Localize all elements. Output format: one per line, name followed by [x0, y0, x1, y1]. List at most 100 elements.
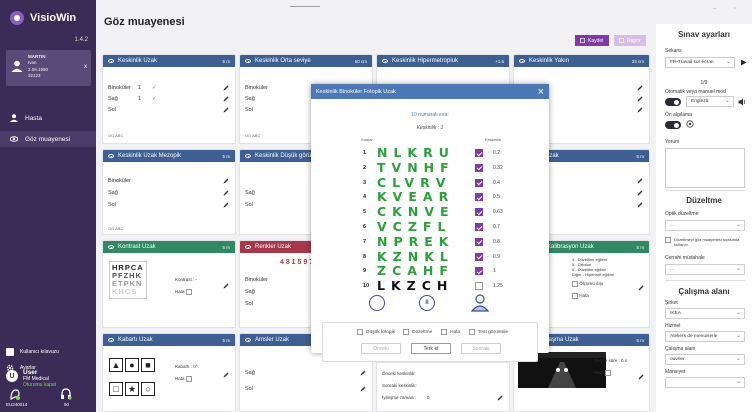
use-correction-option[interactable]: Düzeltmeyi göz muayenesi sırasında kulla…: [665, 237, 747, 247]
card-calibration-far[interactable]: Kalibrasyon Uzak 5 m 4 - Düzeltimi eğilim…: [541, 240, 650, 328]
line-checkbox[interactable]: [475, 178, 483, 187]
option-correction[interactable]: Düzeltme: [403, 329, 432, 335]
patient-card[interactable]: MARTIN Ivan 2.06.1980 32123 x: [6, 50, 91, 86]
company-label: Şirket: [665, 300, 678, 306]
edit-icon[interactable]: [637, 178, 643, 184]
chart-line: 8 KZNKL 0.9: [363, 249, 513, 264]
previous-button[interactable]: Önceki: [361, 343, 401, 354]
line-letters: CKNVE: [377, 204, 455, 220]
edit-icon[interactable]: [223, 107, 229, 113]
line-checkbox[interactable]: [475, 163, 483, 172]
optic-correction-select[interactable]: ...: [665, 220, 745, 231]
edit-icon[interactable]: [223, 202, 229, 208]
edit-icon[interactable]: [223, 85, 229, 91]
window-drag-handle[interactable]: [290, 6, 320, 7]
nav-item-eye-exam[interactable]: Göz muayenesi: [0, 131, 96, 147]
dialog-options: Düşük fotopik Düzeltme Hata Test görüntü…: [322, 322, 538, 362]
nav-item-label: Göz muayenesi: [25, 135, 71, 143]
edit-icon[interactable]: [637, 85, 643, 91]
error-checkbox[interactable]: [604, 370, 611, 376]
card-colors-far[interactable]: Renkler Uzak 4 8 1 5 9 7 Binoküler Sağ S…: [239, 240, 321, 328]
edit-icon[interactable]: [223, 178, 229, 184]
close-icon[interactable]: ×: [538, 86, 544, 97]
edit-icon[interactable]: [638, 374, 644, 380]
edit-icon[interactable]: [637, 202, 643, 208]
edit-icon[interactable]: [223, 372, 229, 378]
edit-icon[interactable]: [637, 107, 643, 113]
edit-icon[interactable]: [223, 283, 229, 289]
line-checkbox[interactable]: [475, 223, 483, 231]
surgery-select[interactable]: ...: [665, 264, 745, 275]
position-select[interactable]: [665, 377, 745, 388]
pre-detect-toggle[interactable]: [665, 121, 681, 129]
line-acuity: 0.9: [493, 253, 500, 260]
service-select[interactable]: Ateliers de menuiserie: [665, 331, 745, 342]
card-acuity-mesopic[interactable]: Keskinlik Uzak Mezopik 5 m Binoküler Sağ …: [102, 149, 236, 235]
option-show-test[interactable]: Test görüntüle: [469, 329, 508, 335]
edit-icon[interactable]: [638, 285, 644, 291]
report-label: Rapor: [627, 37, 641, 44]
finish-button[interactable]: Terk et: [411, 343, 451, 354]
edit-icon[interactable]: [223, 96, 229, 102]
card-relief-far[interactable]: Kabartı Uzak 5 m ▲ ● ■ □ ★ ○ Kabartı : 0° Hat…: [102, 333, 236, 412]
out-of-measure[interactable]: Ölçümü dışı: [572, 281, 603, 287]
error-label: Hata: [175, 376, 192, 382]
acuity-header: Keskinlik: [485, 137, 501, 142]
line-checkbox[interactable]: [475, 282, 483, 291]
line-checkbox[interactable]: [475, 267, 483, 276]
settings-link[interactable]: Ayarlar: [6, 364, 36, 372]
nav-item-patient[interactable]: Hasta: [0, 110, 96, 126]
line-checkbox[interactable]: [475, 149, 483, 157]
line-checkbox[interactable]: [475, 208, 483, 217]
line-number: 2: [363, 164, 367, 171]
error-checkbox[interactable]: [185, 289, 192, 295]
surgery-label: Cerrahi müdahale: [665, 255, 705, 261]
line-letters: NPREK: [377, 233, 455, 249]
edit-icon[interactable]: [637, 96, 643, 102]
app-name: VisioWin: [30, 12, 77, 24]
edit-icon[interactable]: [497, 395, 503, 401]
notes-textarea[interactable]: [665, 148, 745, 188]
edit-icon[interactable]: [360, 370, 366, 376]
audio-icon[interactable]: [686, 120, 694, 128]
user-box[interactable]: U User FM Medical Oturumu kapat: [6, 369, 56, 388]
error-checkbox[interactable]: [185, 376, 192, 382]
edit-icon[interactable]: [360, 386, 366, 392]
line-number: 10: [363, 283, 370, 290]
reject-circle-button[interactable]: [369, 295, 385, 311]
window-controls[interactable]: – ▫: [713, 6, 744, 12]
sequence-select[interactable]: FR-Travail sur écran: [665, 57, 735, 68]
line-checkbox[interactable]: [475, 193, 483, 202]
card-title: Keskinlik Orta seviye: [255, 58, 311, 64]
line-checkbox[interactable]: [475, 237, 483, 246]
row-binocular: Binoküler: [245, 85, 268, 91]
card-glare-recovery[interactable]: Önceki keskinlik: Sonraki keskinlik: İyi…: [376, 362, 510, 412]
card-acuity-far[interactable]: Keskinlik Uzak 5 m Binoküler 1 ✓ Sağ 1 ✓ Sol …: [102, 54, 236, 144]
user-guide-link[interactable]: Kullanıcı kılavuzu: [6, 348, 59, 356]
work-area-select[interactable]: ouvrier: [665, 354, 745, 365]
card-title: Keskinlik Yakın: [529, 58, 570, 64]
card-title: Keskinlik Uzak Mezopik: [118, 153, 182, 159]
edit-icon[interactable]: [223, 190, 229, 196]
language-select[interactable]: Engleză: [686, 96, 734, 107]
error-option[interactable]: Hata: [572, 293, 589, 299]
device-status: EU240014 50: [6, 388, 92, 410]
play-icon[interactable]: [740, 59, 747, 66]
company-select[interactable]: IKEA: [665, 308, 745, 319]
patient-view-icon[interactable]: [471, 294, 489, 312]
close-patient-button[interactable]: x: [84, 64, 87, 70]
next-button[interactable]: Sonraki: [461, 343, 501, 354]
save-label: Kaydet: [588, 37, 604, 44]
auto-mode-toggle[interactable]: [665, 98, 681, 106]
previous-acuity: Önceki keskinlik:: [382, 371, 416, 376]
option-error[interactable]: Hata: [441, 329, 460, 335]
chart-line: 6 VCZFL 0.7: [363, 220, 513, 234]
line-checkbox[interactable]: [475, 252, 483, 261]
speaker-icon[interactable]: [738, 98, 746, 106]
save-button[interactable]: Kaydet: [575, 35, 609, 46]
edit-icon[interactable]: [637, 190, 643, 196]
option-low-photopic[interactable]: Düşük fotopik: [357, 329, 395, 335]
report-button[interactable]: Rapor: [614, 35, 646, 46]
pause-button[interactable]: II: [419, 295, 435, 311]
card-contrast-far[interactable]: Kontrast Uzak 5 m HRPCA PFZHK ETPKN KHCS …: [102, 240, 236, 328]
